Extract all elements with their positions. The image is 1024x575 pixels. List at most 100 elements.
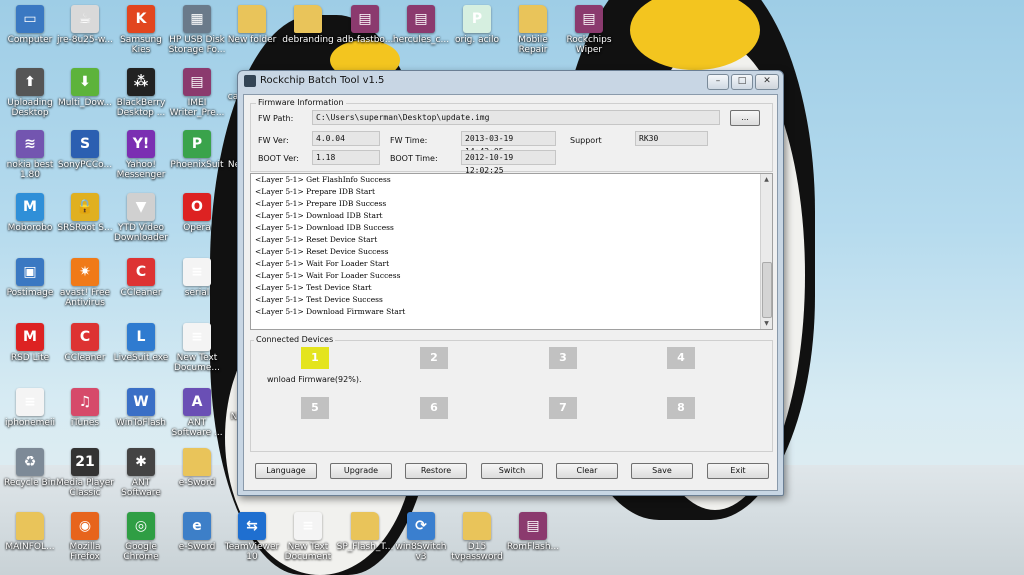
recycle-bin-icon: ♻ [16,448,44,476]
scroll-thumb[interactable] [762,262,772,318]
log-line: <Layer 5-1> Download IDB Start [255,211,383,220]
device-slot-3[interactable]: 3 [549,347,577,369]
desktop-icon-label: SP_Flash_T... [336,542,394,552]
desktop-icon[interactable]: ▤ hercules_c... [391,5,451,45]
desktop-icon[interactable]: MAINFOL... [0,512,60,552]
desktop-icon[interactable]: Y! Yahoo! Messenger [111,130,171,180]
desktop-icon[interactable]: ▤ Rockchips Wiper [559,5,619,55]
desktop-icon[interactable]: ⬆ Uploading Desktop [0,68,60,118]
close-button[interactable]: ✕ [755,74,779,90]
desktop-icon[interactable]: ⁂ BlackBerry Desktop ... [111,68,171,118]
desktop-icon[interactable]: Porig. acilo [447,5,507,45]
desktop-icon[interactable]: ▤ IMEI Writer_Pre... [167,68,227,118]
desktop-icon[interactable]: ≡ New Text Docume... [167,323,227,373]
download-tool-icon: ⬇ [71,68,99,96]
log-line: <Layer 5-1> Prepare IDB Start [255,187,375,196]
desktop-icon[interactable]: ☕ jre-8u25-w... [55,5,115,45]
desktop-icon[interactable]: M RSD Lite [0,323,60,363]
desktop-icon[interactable]: ▣ Postimage [0,258,60,298]
save-button[interactable]: Save [631,463,693,479]
exit-button[interactable]: Exit [707,463,769,479]
desktop-icon-label: HP USB Disk Storage Fo... [168,35,226,55]
desktop-icon[interactable]: New folder [222,5,282,45]
maximize-button[interactable]: □ [731,74,753,90]
desktop-icon[interactable]: ♫ iTunes [55,388,115,428]
desktop-icon[interactable]: ◎ Google Chrome [111,512,171,562]
desktop-icon[interactable]: P PhoenixSuit [167,130,227,170]
desktop-icon[interactable]: ▭ Computer [0,5,60,45]
desktop-icon[interactable]: L LiveSuit.exe [111,323,171,363]
log-line: <Layer 5-1> Reset Device Success [255,247,389,256]
desktop-icon[interactable]: ⟳ win8Switch v3 [391,512,451,562]
clear-button[interactable]: Clear [556,463,618,479]
desktop-icon[interactable]: ▼ YTD Video Downloader [111,193,171,243]
desktop-icon-label: RomFlash... [506,542,560,552]
desktop-icon[interactable]: ✱ ANT Software [111,448,171,498]
log-line: <Layer 5-1> Wait For Loader Start [255,259,390,268]
java-installer-icon: ☕ [71,5,99,33]
desktop-icon[interactable]: D15 tvpassword [447,512,507,562]
desktop-icon-label: LiveSuit.exe [113,353,169,363]
desktop-icon[interactable]: C CCleaner [55,323,115,363]
device-slot-8[interactable]: 8 [667,397,695,419]
desktop-icon[interactable]: 21 Media Player Classic [55,448,115,498]
desktop-icon[interactable]: ▤ RomFlash... [503,512,563,552]
desktop-icon-label: MAINFOL... [5,542,55,552]
window-titlebar[interactable]: Rockchip Batch Tool v1.5 – □ ✕ [238,71,783,93]
switch-button[interactable]: Switch [481,463,543,479]
desktop-icon[interactable]: 🔒 SRSRoot S... [55,193,115,233]
desktop-icon[interactable]: C CCleaner [111,258,171,298]
archive-icon: ▤ [575,5,603,33]
device-slot-5[interactable]: 5 [301,397,329,419]
desktop-icon[interactable]: W WinToFlash [111,388,171,428]
media-player-icon: 21 [71,448,99,476]
restore-button[interactable]: Restore [405,463,467,479]
desktop-icon[interactable]: e e-Sword [167,512,227,552]
desktop-icon-label: e-Sword [178,478,216,488]
scroll-up-arrow[interactable]: ▲ [761,174,772,185]
desktop-icon[interactable]: ⇆ TeamViewer 10 [222,512,282,562]
fw-path-field[interactable]: C:\Users\superman\Desktop\update.img [312,110,720,125]
desktop-icon[interactable]: ⬇ Multi_Dow... [55,68,115,108]
desktop-icon[interactable]: ≡ New Text Document [278,512,338,562]
desktop-icon[interactable]: ≋ nokia best 1.80 [0,130,60,180]
desktop-icon[interactable]: M Moborobo [0,193,60,233]
postimage-icon: ▣ [16,258,44,286]
archive-icon: ▤ [407,5,435,33]
desktop-icon[interactable]: e-Sword [167,448,227,488]
desktop-icon[interactable]: debranding [278,5,338,45]
desktop-icon[interactable]: SP_Flash_T... [335,512,395,552]
device-slot-4[interactable]: 4 [667,347,695,369]
desktop-icon-label: New folder [227,35,277,45]
kies-icon: K [127,5,155,33]
desktop-icon[interactable]: S SonyPCCo... [55,130,115,170]
desktop-icon[interactable]: ▦ HP USB Disk Storage Fo... [167,5,227,55]
desktop-icon[interactable]: Mobile Repair [503,5,563,55]
desktop-icon[interactable]: K Samsung Kies [111,5,171,55]
minimize-button[interactable]: – [707,74,729,90]
upload-icon: ⬆ [16,68,44,96]
device-slot-7[interactable]: 7 [549,397,577,419]
desktop-icon-label: Mozilla Firefox [69,542,101,562]
desktop-icon-label: iTunes [70,418,100,428]
language-button[interactable]: Language [255,463,317,479]
log-output[interactable]: <Layer 5-1> Get FlashInfo Success <Layer … [250,173,773,330]
device-slot-6[interactable]: 6 [420,397,448,419]
desktop-icon[interactable]: A ANT Software ... [167,388,227,438]
text-file-icon: ≡ [183,323,211,351]
desktop-icon[interactable]: ✷ avast! Free Antivirus [55,258,115,308]
log-scrollbar[interactable]: ▲ ▼ [760,174,772,329]
device-slot-1[interactable]: 1 [301,347,329,369]
desktop-icon-label: e-Sword [178,542,216,552]
desktop-icon[interactable]: O Opera [167,193,227,233]
upgrade-button[interactable]: Upgrade [330,463,392,479]
desktop-icon[interactable]: ≡ serial [167,258,227,298]
browse-button[interactable]: ... [730,110,760,126]
desktop-icon[interactable]: ▤ adb-fastbo... [335,5,395,45]
folder-icon [351,512,379,540]
desktop-icon[interactable]: ♻ Recycle Bin [0,448,60,488]
scroll-down-arrow[interactable]: ▼ [761,318,772,329]
desktop-icon[interactable]: ◉ Mozilla Firefox [55,512,115,562]
desktop-icon[interactable]: ≡ iphonemeii [0,388,60,428]
device-slot-2[interactable]: 2 [420,347,448,369]
